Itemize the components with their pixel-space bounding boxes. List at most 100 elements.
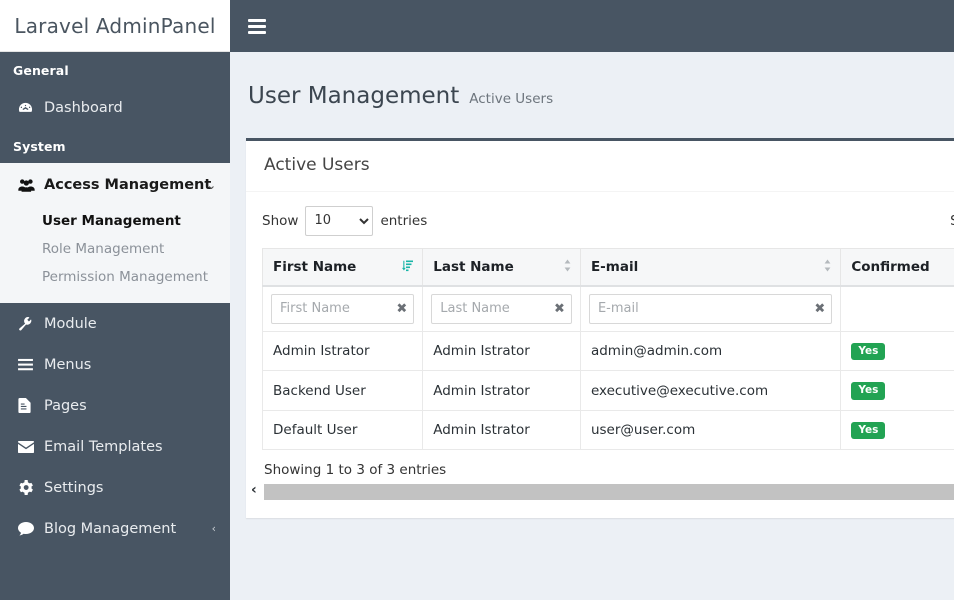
sidebar-item-label: Settings	[44, 479, 104, 496]
sidebar-item-label: Dashboard	[44, 99, 123, 116]
entries-label: entries	[380, 212, 428, 229]
datatable-footer: Showing 1 to 3 of 3 entries ‹	[251, 450, 954, 506]
sidebar-item-label: Access Management	[44, 177, 212, 193]
chevron-down-icon: ⌄	[206, 178, 216, 192]
datatable-info: Showing 1 to 3 of 3 entries	[264, 462, 447, 479]
sidebar-section-general: General	[13, 63, 69, 78]
filter-cell-last-name: ✖	[422, 285, 581, 332]
filter-wrapper: ✖	[588, 293, 833, 324]
cell-first-name: Backend User	[262, 370, 424, 411]
brand-title: Laravel AdminPanel	[14, 13, 216, 38]
column-label: First Name	[273, 258, 357, 275]
hamburger-bar	[248, 18, 266, 22]
users-table: First Name Last Name E-mail Confirmed Fi…	[262, 247, 954, 451]
datatable-length-control: Show 10 25 50 100 entries	[262, 205, 428, 236]
horizontal-scrollbar[interactable]: ‹	[251, 482, 954, 501]
cell-email: executive@executive.com	[579, 370, 842, 411]
sidebar-item-blog-management[interactable]: Blog Management ‹	[0, 508, 230, 549]
sidebar-item-label: Email Templates	[44, 438, 163, 455]
show-label: Show	[262, 212, 299, 229]
cell-confirmed: Yes	[840, 370, 954, 411]
datatable-controls: Show 10 25 50 100 entries Search:	[262, 202, 954, 248]
filter-cell-email: ✖	[579, 285, 842, 332]
cell-last-name: Admin Istrator	[422, 330, 581, 372]
sidebar-item-settings[interactable]: Settings	[0, 467, 230, 508]
table-row: Default User Admin Istrator user@user.co…	[262, 409, 954, 451]
cell-first-name: Admin Istrator	[262, 330, 424, 372]
app-root: Laravel AdminPanel General Dashboard Sys…	[0, 0, 954, 600]
cell-last-name: Admin Istrator	[422, 409, 581, 451]
status-badge: Yes	[851, 421, 886, 440]
status-badge: Yes	[851, 342, 886, 361]
sidebar-item-label: Module	[44, 315, 97, 332]
sort-icon[interactable]	[823, 259, 832, 274]
sidebar-item-user-management[interactable]: User Management	[0, 207, 230, 235]
sidebar-item-role-management[interactable]: Role Management	[0, 235, 230, 263]
dashboard-icon	[18, 100, 44, 115]
sidebar-item-permission-management[interactable]: Permission Management	[0, 263, 230, 291]
sidebar-item-menus[interactable]: Menus	[0, 344, 230, 385]
chevron-left-icon: ‹	[211, 522, 216, 535]
filter-cell-confirmed	[840, 285, 954, 332]
sidebar-item-email-templates[interactable]: Email Templates	[0, 426, 230, 467]
bars-icon	[18, 358, 44, 371]
wrench-icon	[18, 316, 44, 331]
filter-input-last-name[interactable]	[431, 293, 572, 324]
content-area: User Management Active Users Active User…	[230, 52, 954, 600]
cell-confirmed: Yes	[840, 330, 954, 372]
column-header-last-name[interactable]: Last Name	[422, 247, 581, 287]
comment-icon	[18, 521, 44, 536]
column-header-email[interactable]: E-mail	[579, 247, 842, 287]
cell-first-name: Default User	[262, 409, 424, 451]
table-header-row: First Name Last Name E-mail Confirmed	[262, 247, 954, 287]
table-scroll-container: First Name Last Name E-mail Confirmed Fi…	[262, 247, 954, 451]
filter-wrapper: ✖	[271, 293, 415, 324]
column-header-confirmed[interactable]: Confirmed	[840, 247, 954, 287]
sidebar-item-label: Blog Management	[44, 520, 177, 537]
sidebar-item-pages[interactable]: Pages	[0, 385, 230, 426]
filter-input-first-name[interactable]	[271, 293, 415, 324]
sidebar-item-access-management[interactable]: Access Management ⌄	[0, 163, 230, 207]
clear-icon[interactable]: ✖	[554, 301, 565, 316]
page-length-select[interactable]: 10 25 50 100	[305, 205, 374, 236]
column-label: Confirmed	[851, 258, 930, 275]
filter-wrapper: ✖	[431, 293, 572, 324]
sidebar-item-label: Pages	[44, 397, 87, 414]
search-label: Search:	[950, 213, 954, 229]
table-row: Backend User Admin Istrator executive@ex…	[262, 370, 954, 411]
card-title: Active Users	[264, 154, 370, 175]
file-icon	[18, 398, 44, 413]
page-subtitle: Active Users	[469, 91, 554, 108]
sidebar: Laravel AdminPanel General Dashboard Sys…	[0, 0, 230, 600]
clear-icon[interactable]: ✖	[814, 301, 825, 316]
top-navbar	[230, 0, 954, 52]
column-label: E-mail	[590, 258, 639, 275]
sort-amount-asc-icon[interactable]	[402, 259, 414, 274]
card-body: Show 10 25 50 100 entries Search:	[246, 192, 954, 519]
active-users-card: Active Users Show 10 25 50 100 entries	[246, 137, 954, 519]
status-badge: Yes	[851, 382, 886, 400]
sidebar-section-system: System	[13, 139, 66, 154]
column-label: Last Name	[433, 258, 514, 275]
cell-last-name: Admin Istrator	[422, 370, 581, 411]
hamburger-bar	[248, 30, 266, 34]
sidebar-item-label: Menus	[44, 356, 92, 373]
sidebar-item-dashboard[interactable]: Dashboard	[0, 87, 230, 128]
chevron-left-icon[interactable]: ‹	[251, 482, 257, 498]
cell-email: admin@admin.com	[579, 330, 842, 372]
sidebar-item-module[interactable]: Module	[0, 303, 230, 344]
brand-logo[interactable]: Laravel AdminPanel	[0, 0, 230, 52]
gear-icon	[18, 480, 44, 495]
table-row: Admin Istrator Admin Istrator admin@admi…	[262, 330, 954, 372]
filter-input-email[interactable]	[588, 293, 833, 324]
datatable-search-control: Search:	[950, 206, 954, 236]
table-filter-row: ✖ ✖	[262, 285, 954, 332]
filter-cell-first-name: ✖	[262, 285, 424, 332]
hamburger-bar	[248, 24, 266, 28]
clear-icon[interactable]: ✖	[396, 301, 407, 316]
column-header-first-name[interactable]: First Name	[262, 247, 424, 287]
hamburger-icon[interactable]	[244, 13, 270, 39]
sort-icon[interactable]	[563, 259, 572, 274]
envelope-icon	[18, 440, 44, 453]
scrollbar-thumb[interactable]	[264, 484, 954, 501]
